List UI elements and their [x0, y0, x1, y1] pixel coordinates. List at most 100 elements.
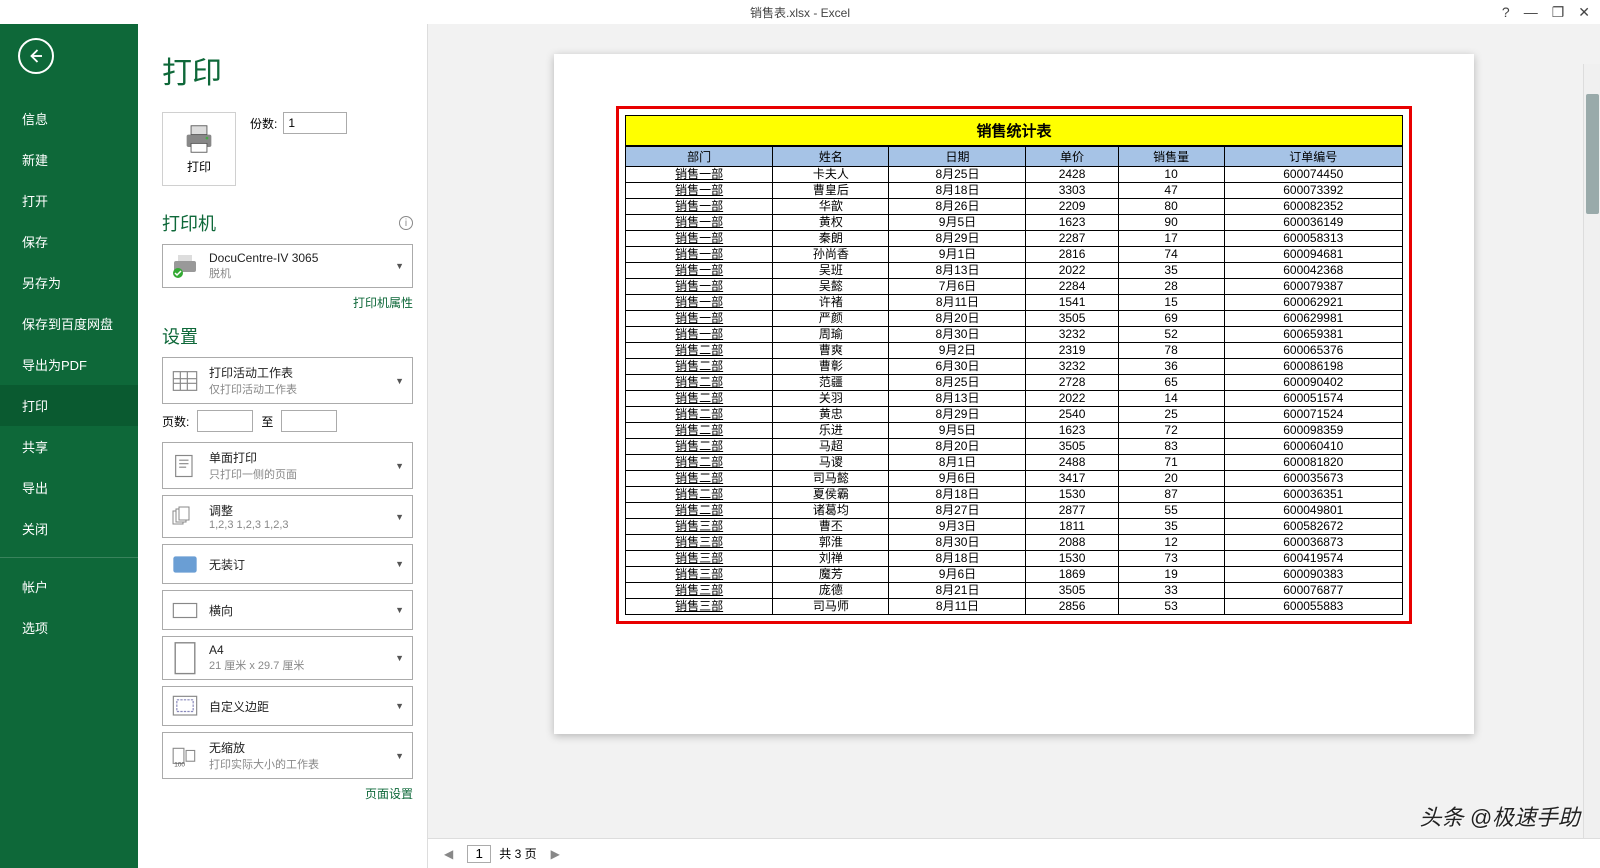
binding-icon — [171, 551, 199, 577]
print-button-label: 打印 — [187, 158, 211, 175]
table-row: 销售二部黄忠8月29日254025600071524 — [626, 407, 1403, 423]
table-row: 销售二部曹爽9月2日231978600065376 — [626, 343, 1403, 359]
sheet-icon — [171, 368, 199, 394]
app-title: 销售表.xlsx - Excel — [750, 4, 850, 21]
preview-footer: ◀ 共 3 页 ▶ — [428, 838, 1600, 868]
page-to-input[interactable] — [281, 410, 337, 432]
table-row: 销售一部卡夫人8月25日242810600074450 — [626, 167, 1403, 183]
printer-select[interactable]: DocuCentre-IV 3065脱机 ▼ — [162, 244, 413, 288]
table-row: 销售一部吴懿7月6日228428600079387 — [626, 279, 1403, 295]
table-header: 销售量 — [1118, 147, 1224, 167]
print-settings-panel: 打印 打印 份数: 打印机i DocuCentre-IV 3065脱机 ▼ 打印 — [138, 24, 428, 868]
sidebar-item-baidu[interactable]: 保存到百度网盘 — [0, 303, 138, 344]
table-row: 销售一部黄权9月5日162390600036149 — [626, 215, 1403, 231]
table-row: 销售三部刘禅8月18日153073600419574 — [626, 551, 1403, 567]
page-title: 打印 — [162, 48, 413, 92]
table-header: 单价 — [1026, 147, 1118, 167]
data-table: 部门姓名日期单价销售量订单编号 销售一部卡夫人8月25日242810600074… — [625, 146, 1403, 615]
preview-page: 销售统计表 部门姓名日期单价销售量订单编号 销售一部卡夫人8月25日242810… — [554, 54, 1474, 734]
next-page-button[interactable]: ▶ — [545, 847, 566, 861]
printer-icon — [181, 124, 217, 154]
sidebar-item-save[interactable]: 保存 — [0, 221, 138, 262]
table-row: 销售二部诸葛均8月27日287755600049801 — [626, 503, 1403, 519]
sidebar-item-saveas[interactable]: 另存为 — [0, 262, 138, 303]
restore-button[interactable]: ❐ — [1552, 4, 1565, 21]
table-row: 销售二部夏侯霸8月18日153087600036351 — [626, 487, 1403, 503]
titlebar: 销售表.xlsx - Excel ? — ❐ ✕ — [0, 0, 1600, 24]
table-row: 销售三部曹丕9月3日181135600582672 — [626, 519, 1403, 535]
binding-select[interactable]: 无装订 ▼ — [162, 544, 413, 584]
help-button[interactable]: ? — [1502, 4, 1510, 20]
table-row: 销售三部魔芳9月6日186919600090383 — [626, 567, 1403, 583]
print-button[interactable]: 打印 — [162, 112, 236, 186]
sidebar-item-share[interactable]: 共享 — [0, 426, 138, 467]
sidebar-item-options[interactable]: 选项 — [0, 607, 138, 648]
sidebar-item-open[interactable]: 打开 — [0, 180, 138, 221]
minimize-button[interactable]: — — [1524, 4, 1538, 20]
margins-select[interactable]: 自定义边距 ▼ — [162, 686, 413, 726]
table-row: 销售一部许褚8月11日154115600062921 — [626, 295, 1403, 311]
table-header: 订单编号 — [1224, 147, 1402, 167]
scaling-select[interactable]: 100 无缩放打印实际大小的工作表 ▼ — [162, 732, 413, 779]
landscape-icon — [171, 597, 199, 623]
settings-section-header: 设置 — [162, 323, 413, 349]
pages-label: 页数: — [162, 413, 189, 430]
table-row: 销售一部严颜8月20日350569600629981 — [626, 311, 1403, 327]
sides-select[interactable]: 单面打印只打印一侧的页面 ▼ — [162, 442, 413, 489]
close-button[interactable]: ✕ — [1578, 4, 1590, 21]
scale-icon: 100 — [171, 743, 199, 769]
table-header: 部门 — [626, 147, 773, 167]
table-row: 销售一部吴班8月13日202235600042368 — [626, 263, 1403, 279]
table-header: 姓名 — [773, 147, 889, 167]
table-row: 销售一部秦朗8月29日228717600058313 — [626, 231, 1403, 247]
back-button[interactable] — [18, 38, 54, 74]
sidebar-item-account[interactable]: 帐户 — [0, 566, 138, 607]
table-row: 销售一部曹皇后8月18日330347600073392 — [626, 183, 1403, 199]
page-from-input[interactable] — [197, 410, 253, 432]
table-row: 销售二部司马懿9月6日341720600035673 — [626, 471, 1403, 487]
arrow-left-icon — [27, 47, 45, 65]
current-page-input[interactable] — [467, 845, 491, 863]
collate-icon — [171, 504, 199, 530]
printer-properties-link[interactable]: 打印机属性 — [162, 294, 413, 311]
vertical-scrollbar[interactable] — [1583, 64, 1600, 838]
sidebar-item-export[interactable]: 导出 — [0, 467, 138, 508]
table-row: 销售二部范疆8月25日272865600090402 — [626, 375, 1403, 391]
copies-label: 份数: — [250, 115, 277, 132]
table-row: 销售三部郭淮8月30日208812600036873 — [626, 535, 1403, 551]
backstage-sidebar: 信息 新建 打开 保存 另存为 保存到百度网盘 导出为PDF 打印 共享 导出 … — [0, 24, 138, 868]
collate-select[interactable]: 调整1,2,3 1,2,3 1,2,3 ▼ — [162, 495, 413, 538]
sidebar-item-info[interactable]: 信息 — [0, 98, 138, 139]
table-row: 销售二部乐进9月5日162372600098359 — [626, 423, 1403, 439]
page-to-label: 至 — [261, 413, 273, 430]
paper-select[interactable]: A421 厘米 x 29.7 厘米 ▼ — [162, 636, 413, 680]
info-icon[interactable]: i — [399, 216, 413, 230]
paper-icon — [171, 645, 199, 671]
print-what-select[interactable]: 打印活动工作表仅打印活动工作表 ▼ — [162, 357, 413, 404]
sidebar-item-new[interactable]: 新建 — [0, 139, 138, 180]
sheet-title: 销售统计表 — [625, 115, 1403, 146]
page-total-label: 共 3 页 — [499, 845, 536, 862]
prev-page-button[interactable]: ◀ — [438, 847, 459, 861]
copies-input[interactable] — [283, 112, 347, 134]
page-side-icon — [171, 453, 199, 479]
orientation-select[interactable]: 横向 ▼ — [162, 590, 413, 630]
table-row: 销售一部孙尚香9月1日281674600094681 — [626, 247, 1403, 263]
printer-section-header: 打印机i — [162, 210, 413, 236]
table-row: 销售一部华歆8月26日220980600082352 — [626, 199, 1403, 215]
chevron-down-icon: ▼ — [395, 261, 404, 271]
svg-text:100: 100 — [174, 761, 185, 767]
table-row: 销售二部曹彰6月30日323236600086198 — [626, 359, 1403, 375]
table-row: 销售三部庞德8月21日350533600076877 — [626, 583, 1403, 599]
margins-icon — [171, 693, 199, 719]
table-row: 销售一部周瑜8月30日323252600659381 — [626, 327, 1403, 343]
printer-status-icon — [171, 253, 199, 279]
table-row: 销售二部马超8月20日350583600060410 — [626, 439, 1403, 455]
table-row: 销售二部关羽8月13日202214600051574 — [626, 391, 1403, 407]
sidebar-item-print[interactable]: 打印 — [0, 385, 138, 426]
sidebar-item-close[interactable]: 关闭 — [0, 508, 138, 549]
sidebar-item-pdf[interactable]: 导出为PDF — [0, 344, 138, 385]
table-row: 销售二部马谡8月1日248871600081820 — [626, 455, 1403, 471]
page-setup-link[interactable]: 页面设置 — [162, 785, 413, 802]
table-header: 日期 — [889, 147, 1026, 167]
